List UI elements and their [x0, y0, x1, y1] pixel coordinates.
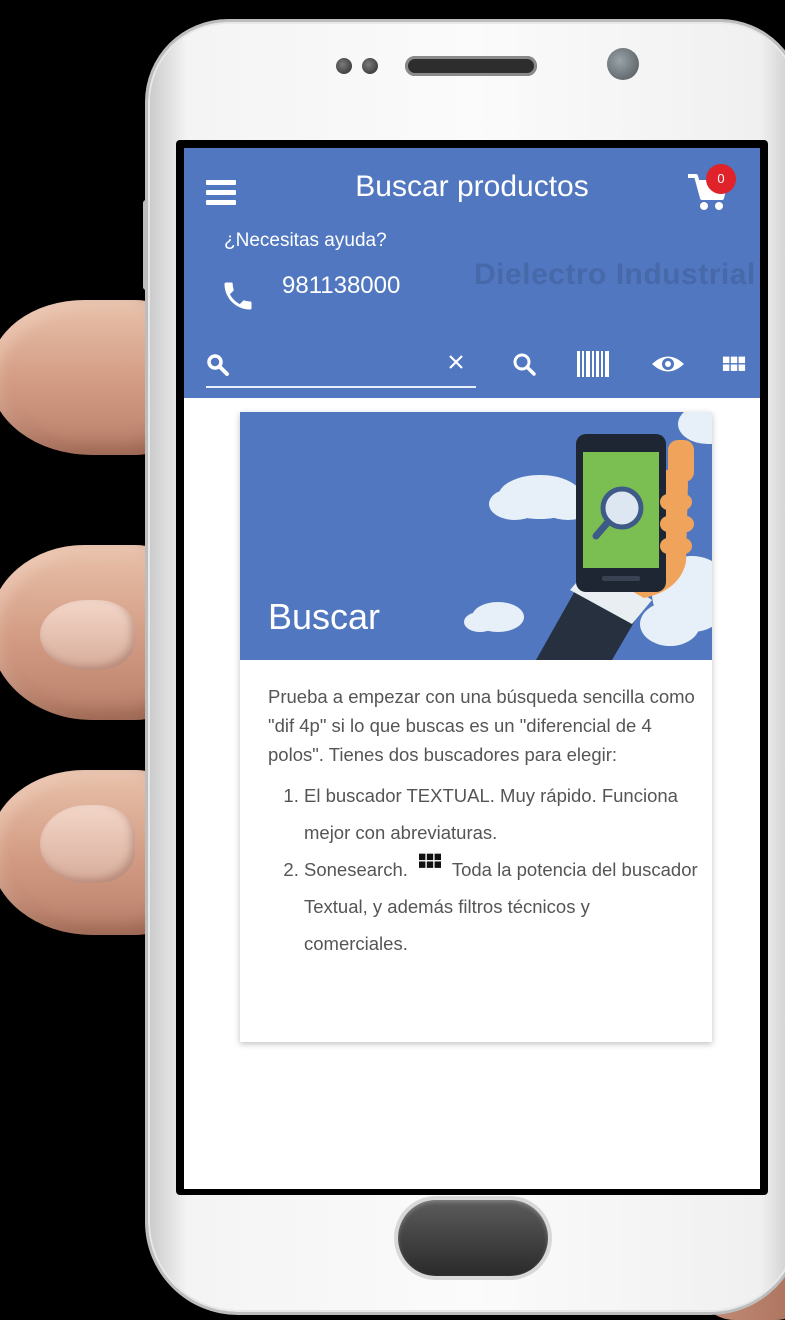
card-banner: Buscar — [240, 412, 712, 660]
proximity-sensor — [607, 48, 639, 80]
app-header: Buscar productos 0 ¿Necesitas ayuda? 981… — [184, 148, 760, 398]
phone-icon[interactable] — [220, 278, 256, 314]
phone-screen: Buscar productos 0 ¿Necesitas ayuda? 981… — [176, 140, 768, 1195]
phone-number[interactable]: 981138000 — [282, 272, 400, 300]
eye-icon[interactable] — [650, 349, 686, 379]
fingernail — [40, 600, 135, 670]
fingernail — [40, 805, 135, 883]
close-icon[interactable] — [446, 352, 466, 372]
card-body: Prueba a empezar con una búsqueda sencil… — [268, 682, 698, 962]
front-camera — [336, 58, 352, 74]
front-camera — [362, 58, 378, 74]
page-title: Buscar productos — [355, 170, 589, 203]
card-title: Buscar — [268, 596, 381, 637]
list-item: El buscador TEXTUAL. Muy rápido. Funcion… — [304, 777, 698, 851]
brand-watermark: Dielectro Industrial — [474, 258, 756, 291]
intro-text: Prueba a empezar con una búsqueda sencil… — [268, 686, 695, 765]
search-underline — [206, 386, 476, 388]
grid-icon — [419, 853, 442, 868]
grid-icon[interactable] — [722, 349, 746, 379]
app-display: Buscar productos 0 ¿Necesitas ayuda? 981… — [184, 148, 760, 1189]
home-button[interactable] — [398, 1200, 548, 1276]
list-item: Sonesearch. Toda la potencia del buscado… — [304, 851, 698, 962]
barcode-icon[interactable] — [576, 349, 612, 379]
cart-count-badge: 0 — [706, 164, 736, 194]
search-icon[interactable] — [511, 349, 537, 379]
search-help-card: Buscar Prueba a empezar con una búsqueda… — [240, 412, 712, 1042]
search-options-list: El buscador TEXTUAL. Muy rápido. Funcion… — [268, 777, 698, 962]
earpiece-speaker — [405, 56, 537, 76]
search-input[interactable] — [238, 348, 442, 382]
search-field-icon — [207, 354, 229, 376]
help-label: ¿Necesitas ayuda? — [224, 230, 387, 251]
